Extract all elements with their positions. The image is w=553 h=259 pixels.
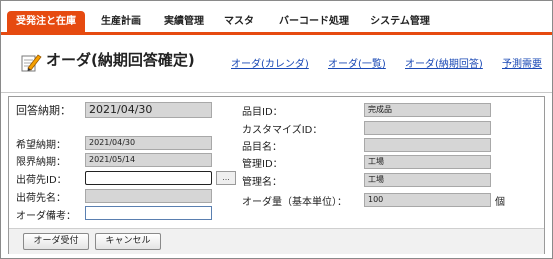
tab-production-plan[interactable]: 生産計画 [93, 11, 149, 33]
mgmt-name-value: 工場 [364, 173, 491, 187]
item-id-label: 品目ID： [242, 107, 283, 118]
customize-id-value [364, 121, 491, 135]
tab-system[interactable]: システム管理 [363, 11, 437, 33]
link-order-calendar[interactable]: オーダ(カレンダ) [231, 55, 309, 70]
tab-results[interactable]: 実績管理 [156, 11, 212, 33]
ship-to-id-input[interactable] [85, 171, 212, 185]
tab-orders-inventory[interactable]: 受発注と在庫 [7, 11, 85, 33]
limit-date-value: 2021/05/14 [85, 153, 212, 167]
page-header: オーダ(納期回答確定) オーダ(カレンダ) オーダ(一覧) オーダ(納期回答) … [1, 35, 552, 93]
mgmt-id-value: 工場 [364, 155, 491, 169]
accept-order-button[interactable]: オーダ受付 [23, 233, 89, 250]
header-divider [1, 92, 552, 93]
unit-label: 個 [495, 197, 505, 208]
desired-date-value: 2021/04/30 [85, 136, 212, 150]
limit-date-label: 限界納期： [16, 157, 66, 168]
order-note-input[interactable] [85, 206, 212, 220]
reply-date-value: 2021/04/30 [85, 102, 212, 118]
mgmt-name-label: 管理名： [242, 177, 282, 188]
tab-barcode[interactable]: バーコード処理 [269, 11, 359, 33]
cancel-button[interactable]: キャンセル [95, 233, 161, 250]
ship-to-id-label: 出荷先ID： [16, 175, 67, 186]
reply-date-label: 回答納期： [16, 104, 71, 117]
tab-master[interactable]: マスタ [219, 11, 259, 33]
ship-to-lookup-button[interactable]: ... [216, 171, 236, 185]
order-note-label: オーダ備考： [16, 211, 76, 222]
item-name-value [364, 138, 491, 152]
ship-to-name-label: 出荷先名： [16, 193, 66, 204]
link-order-reply[interactable]: オーダ(納期回答) [405, 55, 483, 70]
ship-to-name-value [85, 189, 212, 203]
order-qty-value: 100 [364, 193, 491, 207]
desired-date-label: 希望納期： [16, 140, 66, 151]
page-title: オーダ(納期回答確定) [46, 51, 195, 69]
mgmt-id-label: 管理ID： [242, 159, 283, 170]
item-id-value: 完成品 [364, 103, 491, 117]
order-qty-label: オーダ量（基本単位）： [242, 197, 347, 208]
link-order-list[interactable]: オーダ(一覧) [328, 55, 386, 70]
order-form: 回答納期： 2021/04/30 希望納期： 2021/04/30 限界納期： … [8, 96, 545, 254]
pencil-note-icon [21, 54, 42, 72]
action-bar: オーダ受付 キャンセル [9, 228, 544, 254]
customize-id-label: カスタマイズID： [242, 125, 323, 136]
main-tab-bar: 受発注と在庫 生産計画 実績管理 マスタ バーコード処理 システム管理 [1, 1, 552, 33]
link-forecast-demand[interactable]: 予測需要 [502, 55, 542, 70]
item-name-label: 品目名： [242, 142, 282, 153]
